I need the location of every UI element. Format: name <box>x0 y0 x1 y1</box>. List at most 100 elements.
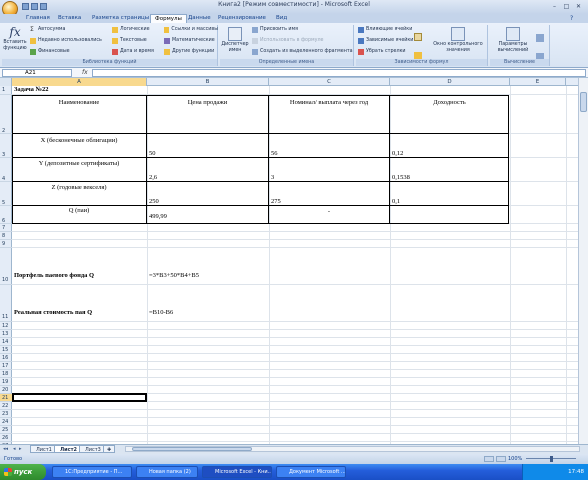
cell-b5[interactable]: 250 <box>149 198 159 205</box>
hscroll-thumb[interactable] <box>132 447 252 451</box>
close-button[interactable]: ✕ <box>574 2 583 11</box>
row-header[interactable]: 25 <box>0 426 12 434</box>
normal-view-icon[interactable] <box>484 456 494 462</box>
logical-button[interactable]: Логические <box>112 26 164 33</box>
column-header-d[interactable]: D <box>390 78 510 86</box>
fx-icon[interactable]: fx <box>82 69 88 76</box>
row-header[interactable]: 7 <box>0 224 12 232</box>
cell-d5[interactable]: 0,1 <box>392 198 400 205</box>
row-header[interactable]: 26 <box>0 434 12 442</box>
row-header[interactable]: 17 <box>0 362 12 370</box>
taskbar-item-excel[interactable]: Microsoft Excel - Кни... <box>202 466 272 478</box>
calc-options-button[interactable]: Параметры вычислений <box>492 27 534 53</box>
row-header[interactable]: 9 <box>0 240 12 248</box>
row-header[interactable]: 11 <box>0 285 12 322</box>
cell-b3[interactable]: 50 <box>149 150 156 157</box>
row-header[interactable]: 8 <box>0 232 12 240</box>
row-header[interactable]: 6 <box>0 206 12 224</box>
define-name-button[interactable]: Присвоить имя <box>252 26 354 33</box>
row-header[interactable]: 5 <box>0 182 12 206</box>
tab-data[interactable]: Данные <box>184 14 215 23</box>
row-header[interactable]: 14 <box>0 338 12 346</box>
cell-a2[interactable]: Наименование <box>12 99 146 106</box>
undo-icon[interactable] <box>31 3 38 10</box>
row-header[interactable]: 10 <box>0 248 12 285</box>
cell-b10[interactable]: =3*B3+50*B4+B5 <box>149 272 199 279</box>
name-box[interactable]: A21 <box>2 69 72 77</box>
maximize-button[interactable]: □ <box>562 2 571 11</box>
tab-insert[interactable]: Вставка <box>54 14 85 23</box>
row-header[interactable]: 13 <box>0 330 12 338</box>
calc-now-icon[interactable] <box>536 34 544 42</box>
recent-functions-button[interactable]: Недавно использовались <box>30 37 110 44</box>
cell-d3[interactable]: 0,12 <box>392 150 403 157</box>
row-header[interactable]: 1 <box>0 86 12 95</box>
taskbar-item-folder[interactable]: Новая папка (2) <box>136 466 198 478</box>
cell-b2[interactable]: Цена продажи <box>147 99 268 106</box>
cell-b11[interactable]: =B10-B6 <box>149 309 173 316</box>
financial-button[interactable]: Финансовые <box>30 48 110 55</box>
math-button[interactable]: Математические <box>164 37 218 44</box>
redo-icon[interactable] <box>40 3 47 10</box>
help-icon[interactable]: ? <box>570 15 573 22</box>
prev-sheet-arrow[interactable]: ◂ <box>13 446 16 452</box>
insert-function-button[interactable]: fx Вставить функцию <box>2 25 28 51</box>
tab-formulas[interactable]: Формулы <box>150 14 187 23</box>
row-header[interactable]: 4 <box>0 158 12 182</box>
column-header-e[interactable]: E <box>510 78 566 86</box>
cell-a6[interactable]: Q (паи) <box>12 207 146 214</box>
row-header[interactable]: 22 <box>0 402 12 410</box>
row-header[interactable]: 20 <box>0 386 12 394</box>
cell-c3[interactable]: 56 <box>271 150 278 157</box>
cell-c5[interactable]: 275 <box>271 198 281 205</box>
row-header[interactable]: 18 <box>0 370 12 378</box>
name-manager-button[interactable]: Диспетчер имен <box>220 27 250 53</box>
row-header[interactable]: 24 <box>0 418 12 426</box>
cell-d4[interactable]: 0,1538 <box>392 174 410 181</box>
row-header[interactable]: 12 <box>0 322 12 330</box>
cell-c4[interactable]: 3 <box>271 174 274 181</box>
row-header[interactable]: 23 <box>0 410 12 418</box>
active-cell-a21[interactable] <box>12 393 147 402</box>
row-header[interactable]: 2 <box>0 95 12 134</box>
more-functions-button[interactable]: Другие функции <box>164 48 218 55</box>
cell-d2[interactable]: Доходность <box>390 99 509 106</box>
watch-window-button[interactable]: Окно контрольного значения <box>430 27 486 53</box>
cell-a11[interactable]: Реальная стоимость пая Q <box>14 309 92 316</box>
cell-a3[interactable]: X (бесконечные облигации) <box>12 137 146 144</box>
taskbar-item-word[interactable]: Документ Microsoft ... <box>276 466 346 478</box>
row-header[interactable]: 15 <box>0 346 12 354</box>
show-formulas-icon[interactable] <box>414 33 422 41</box>
cell-b6[interactable]: 499,99 <box>149 213 167 220</box>
next-sheet-arrow[interactable]: ▸ <box>19 446 22 452</box>
row-header[interactable]: 16 <box>0 354 12 362</box>
horizontal-scrollbar[interactable] <box>125 446 580 452</box>
cell-c2[interactable]: Номинал/ выплата через год <box>269 99 389 106</box>
cell-a10[interactable]: Портфель паевого фонда Q <box>14 272 94 279</box>
save-icon[interactable] <box>22 3 29 10</box>
cell-a4[interactable]: Y (депозитные сертификаты) <box>12 160 146 167</box>
tab-home[interactable]: Главная <box>22 14 54 23</box>
lookup-button[interactable]: Ссылки и массивы <box>164 26 218 33</box>
zoom-slider-thumb[interactable] <box>550 456 553 462</box>
tab-view[interactable]: Вид <box>272 14 291 23</box>
select-all-button[interactable] <box>0 78 12 86</box>
insert-sheet-icon[interactable]: ✚ <box>103 445 116 453</box>
scroll-thumb[interactable] <box>580 92 587 112</box>
formula-input[interactable] <box>92 69 586 77</box>
cell-b4[interactable]: 2,6 <box>149 174 157 181</box>
create-from-selection-button[interactable]: Создать из выделенного фрагмента <box>252 48 354 55</box>
zoom-level[interactable]: 100% <box>508 454 522 464</box>
tab-review[interactable]: Рецензирование <box>214 14 270 23</box>
text-functions-button[interactable]: Текстовые <box>112 37 164 44</box>
cell-a1[interactable]: Задача №22 <box>14 86 49 93</box>
column-header-a[interactable]: A <box>12 78 147 86</box>
row-header[interactable]: 19 <box>0 378 12 386</box>
page-layout-view-icon[interactable] <box>496 456 506 462</box>
autosum-button[interactable]: Σ Автосумма <box>30 26 110 33</box>
datetime-button[interactable]: Дата и время <box>112 48 164 55</box>
vertical-scrollbar[interactable] <box>578 78 588 444</box>
use-in-formula-button[interactable]: Использовать в формуле <box>252 37 354 44</box>
row-header[interactable]: 3 <box>0 134 12 158</box>
row-header[interactable]: 21 <box>0 394 12 402</box>
